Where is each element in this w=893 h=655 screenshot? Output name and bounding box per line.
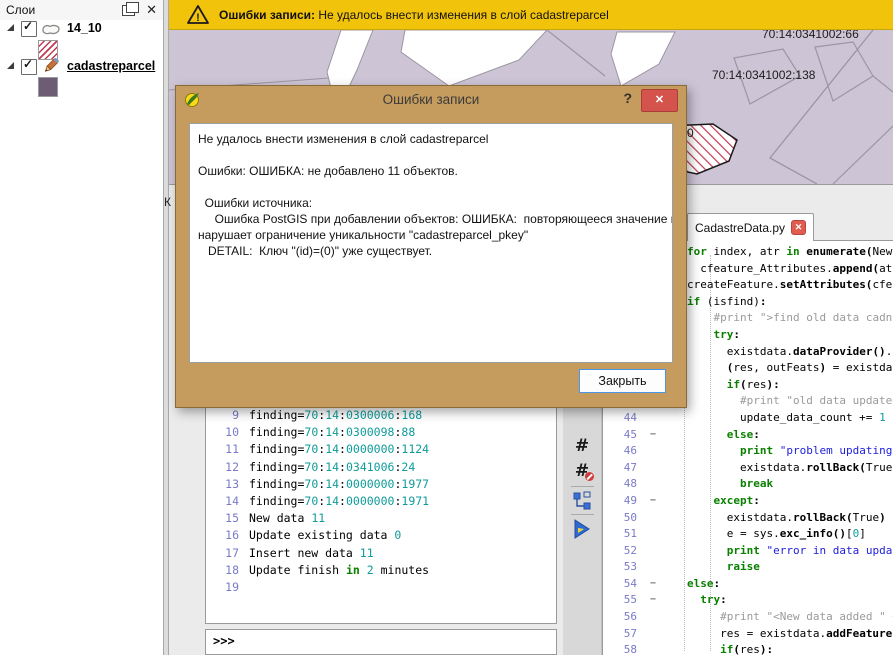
dialog-title: Ошибки записи (176, 92, 686, 107)
layers-panel: Слои ✕ ✓ 14_10 ✓ cadastreparcel (0, 0, 163, 655)
editor-line: 52 print "error in data updating (603, 543, 893, 560)
editor-line: 48 break (603, 476, 893, 493)
layer-symbol-solid (38, 77, 58, 97)
dialog-error-line: Не удалось внести изменения в слой cadas… (198, 131, 664, 147)
check-icon: ✓ (23, 57, 33, 71)
editor-line: 56 #print "<New data added " + (603, 609, 893, 626)
dialog-error-line (198, 179, 664, 195)
object-inspector-icon[interactable] (563, 491, 601, 510)
map-parcel-label: 70:14:0341002:138 (712, 68, 815, 82)
dialog-error-line: нарушает ограничение уникальности "cadas… (198, 227, 664, 243)
uncomment-icon[interactable]: # (563, 461, 601, 481)
layer-symbol-hatched (38, 40, 58, 60)
editor-line: 50 existdata.rollBack(True) (603, 510, 893, 527)
editor-line: 58 if(res): (603, 642, 893, 655)
tab-close-icon[interactable]: ✕ (791, 220, 806, 235)
comment-icon[interactable]: # (563, 436, 601, 456)
tab-cadastredata[interactable]: CadastreData.py ✕ (687, 213, 814, 241)
console-output-line: 15New data 11 (206, 510, 556, 527)
tab-label: CadastreData.py (695, 221, 785, 235)
dialog-close-button[interactable]: ✕ (641, 89, 678, 112)
console-output-line: 18Update finish in 2 minutes (206, 562, 556, 579)
message-bar-title: Ошибки записи: (219, 8, 315, 22)
dialog-error-line (198, 147, 664, 163)
editor-line: 53 raise (603, 559, 893, 576)
message-bar-detail: Не удалось внести изменения в слой cadas… (315, 8, 609, 22)
check-icon: ✓ (23, 19, 33, 33)
editor-line: 57 res = existdata.addFeature(c (603, 626, 893, 643)
toolbar-separator (571, 486, 594, 487)
editor-line: 46 print "problem updating d (603, 443, 893, 460)
console-input[interactable]: >>> (205, 629, 557, 655)
toolbar-separator (571, 514, 594, 515)
editor-line: 55− try: (603, 592, 893, 609)
layer-label-active[interactable]: cadastreparcel (67, 59, 155, 73)
close-panel-icon[interactable]: ✕ (146, 2, 157, 18)
warning-icon: ! (186, 3, 210, 31)
float-panel-icon[interactable] (122, 5, 135, 16)
editor-line: 49− except: (603, 493, 893, 510)
console-output-line: 12finding=70:14:0341006:24 (206, 459, 556, 476)
console-output-line: 14finding=70:14:0000000:1971 (206, 493, 556, 510)
svg-text:!: ! (196, 12, 200, 24)
console-output-line: 19 (206, 579, 556, 596)
console-output-line: 16Update existing data 0 (206, 527, 556, 544)
editor-line: 51 e = sys.exc_info()[0] (603, 526, 893, 543)
layer-label[interactable]: 14_10 (67, 21, 102, 35)
console-output-lines: 9finding=70:14:0300006:16810finding=70:1… (206, 407, 556, 596)
editor-line: 44 update_data_count += 1 (603, 410, 893, 427)
uncomment-badge (585, 472, 594, 481)
polygon-layer-icon (41, 22, 61, 42)
expand-arrow-icon[interactable] (7, 62, 14, 69)
console-output-line: 9finding=70:14:0300006:168 (206, 407, 556, 424)
close-button[interactable]: Закрыть (579, 369, 666, 393)
message-bar-text: Ошибки записи: Не удалось внести изменен… (219, 8, 609, 22)
run-script-icon[interactable] (563, 519, 601, 539)
dialog-error-text[interactable]: Не удалось внести изменения в слой cadas… (189, 123, 673, 363)
dialog-error-line: Ошибка PostGIS при добавлении объектов: … (198, 211, 664, 227)
layer-checkbox[interactable]: ✓ (21, 59, 37, 75)
console-output-line: 13finding=70:14:0000000:1977 (206, 476, 556, 493)
layers-panel-titlebar: Слои ✕ (0, 0, 163, 20)
message-bar: ! Ошибки записи: Не удалось внести измен… (169, 0, 893, 30)
layers-panel-title: Слои (6, 3, 35, 17)
console-prompt: >>> (213, 634, 235, 648)
dialog-error-line: Ошибки источника: (198, 195, 664, 211)
console-dock-title-fragment: К (164, 195, 171, 209)
console-output-line: 10finding=70:14:0300098:88 (206, 424, 556, 441)
layer-checkbox[interactable]: ✓ (21, 21, 37, 37)
editor-line: 45− else: (603, 427, 893, 444)
editor-line: 54−else: (603, 576, 893, 593)
map-parcel-label: 0 (687, 126, 694, 140)
qgis-window: 70:14:0341002:6670:14:0341002:1380 ! Оши… (0, 0, 893, 655)
console-output-line: 11finding=70:14:0000000:1124 (206, 441, 556, 458)
dialog-error-line: DETAIL: Ключ "(id)=(0)" уже существует. (198, 243, 664, 259)
console-output-line: 17Insert new data 11 (206, 545, 556, 562)
dialog-titlebar[interactable]: Ошибки записи ? ✕ (176, 86, 686, 113)
dialog-error-line: Ошибки: ОШИБКА: не добавлено 11 объектов… (198, 163, 664, 179)
commit-errors-dialog: Ошибки записи ? ✕ Не удалось внести изме… (175, 85, 687, 408)
help-button[interactable]: ? (623, 90, 632, 106)
editor-line: 47 existdata.rollBack(True) (603, 460, 893, 477)
expand-arrow-icon[interactable] (7, 24, 14, 31)
